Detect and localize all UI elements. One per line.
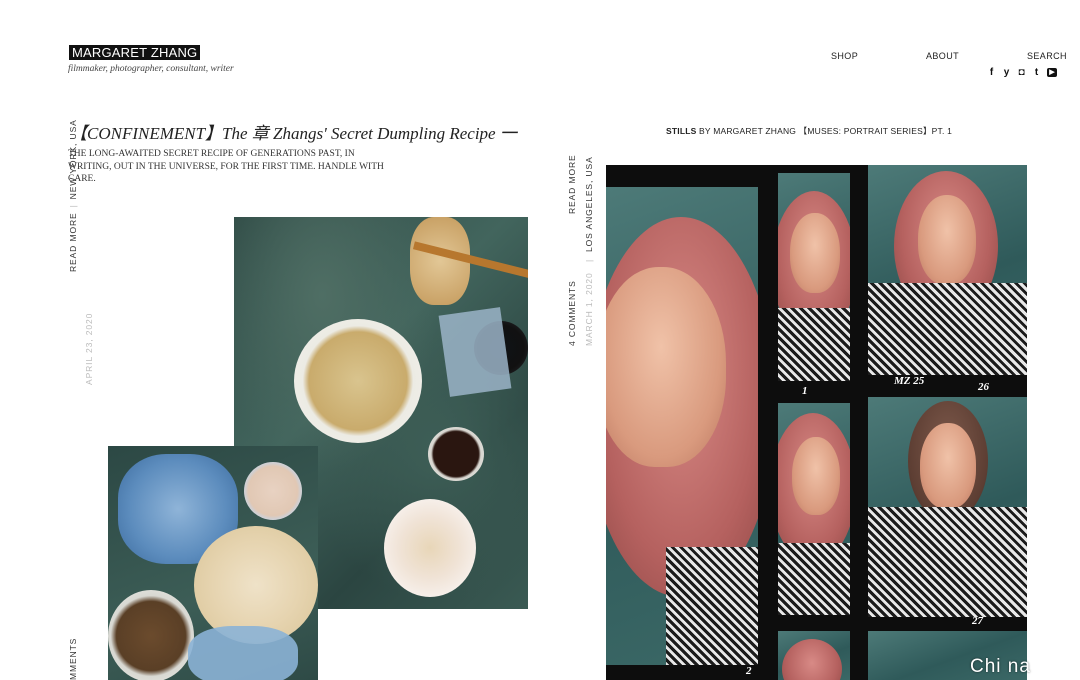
nav-shop[interactable]: SHOP: [831, 51, 858, 61]
film-frame-mid-1: [778, 173, 850, 381]
face: [792, 437, 840, 515]
read-more-link[interactable]: READ MORE: [68, 212, 78, 272]
face: [606, 267, 726, 467]
comments-link-right[interactable]: 4 COMMENTS: [567, 280, 577, 346]
soy-dish: [428, 427, 484, 481]
right-post-date-wrap: MARCH 1, 2020: [584, 272, 594, 346]
left-post-date: APRIL 23, 2020: [84, 313, 94, 385]
film-frame-large: [606, 187, 758, 665]
meta-separator-right: |: [584, 258, 594, 262]
left-post-comments[interactable]: MMENTS: [68, 638, 78, 680]
film-frame-right-1: [868, 165, 1027, 375]
gingham-top: [868, 283, 1027, 375]
face: [790, 213, 840, 293]
frame-mark: MZ 25: [894, 375, 925, 387]
face: [918, 195, 976, 285]
post-location-right: LOS ANGELES, USA: [584, 156, 594, 252]
hair: [782, 639, 842, 680]
stills-post-title[interactable]: STILLS BY MARGARET ZHANG 【MUSES: PORTRAI…: [666, 125, 952, 137]
post-date: APRIL 23, 2020: [84, 312, 94, 385]
right-post-location-wrap: LOS ANGELES, USA: [584, 156, 594, 252]
youtube-icon[interactable]: ▶: [1047, 68, 1057, 77]
nav-search[interactable]: SEARCH: [1027, 51, 1067, 61]
face: [920, 423, 976, 509]
blue-cloth-bottom: [188, 626, 298, 680]
post-excerpt-dumpling: THE LONG-AWAITED SECRET RECIPE OF GENERA…: [68, 149, 384, 184]
instagram-icon[interactable]: ◘: [1017, 68, 1026, 78]
film-frame-mid-2: [778, 403, 850, 615]
meta-separator: |: [68, 204, 78, 208]
gingham-top: [778, 308, 850, 381]
nav-about[interactable]: ABOUT: [926, 51, 959, 61]
gingham-top: [666, 547, 758, 665]
dumpling-plate: [294, 319, 422, 443]
blue-napkin: [438, 307, 512, 397]
white-bowl: [384, 499, 476, 597]
frame-mark: 26: [978, 381, 989, 393]
post-title-dumpling[interactable]: 【CONFINEMENT】The 章 Zhangs' Secret Dumpli…: [70, 119, 517, 144]
stills-title-rest: BY MARGARET ZHANG 【MUSES: PORTRAIT SERIE…: [696, 126, 953, 136]
frame-mark: 27: [972, 615, 983, 627]
tumblr-icon[interactable]: t: [1032, 68, 1041, 78]
read-more-link-right[interactable]: READ MORE: [567, 154, 577, 214]
right-post-comments-wrap: 4 COMMENTS: [567, 280, 577, 346]
dumpling-photo-overlay[interactable]: [108, 446, 318, 680]
social-links: f y ◘ t ▶: [987, 68, 1057, 78]
comments-link[interactable]: MMENTS: [68, 638, 78, 680]
left-post-meta-top: READ MORE | NEW YORK, USA: [68, 119, 78, 272]
gingham-top: [868, 507, 1027, 617]
right-post-meta-top: READ MORE: [567, 154, 577, 214]
frame-mark: 2: [746, 665, 752, 677]
stills-label: STILLS: [666, 126, 697, 136]
contact-sheet-photo[interactable]: MZ 25 26 27 1 2: [606, 165, 1027, 680]
twitter-icon[interactable]: y: [1002, 68, 1011, 78]
site-tagline: filmmaker, photographer, consultant, wri…: [68, 64, 234, 74]
film-frame-right-2: [868, 397, 1027, 617]
facebook-icon[interactable]: f: [987, 68, 996, 78]
right-post-sep: |: [584, 259, 594, 262]
film-frame-mid-3: [778, 631, 850, 680]
frame-mark: 1: [802, 385, 808, 397]
site-logo[interactable]: MARGARET ZHANG: [69, 45, 201, 60]
post-location: NEW YORK, USA: [68, 119, 78, 200]
cream-bowl: [244, 462, 302, 520]
filling-bowl: [108, 590, 194, 680]
watermark: Chi na: [970, 656, 1031, 677]
gingham-top: [778, 543, 850, 615]
post-date-right: MARCH 1, 2020: [584, 272, 594, 346]
